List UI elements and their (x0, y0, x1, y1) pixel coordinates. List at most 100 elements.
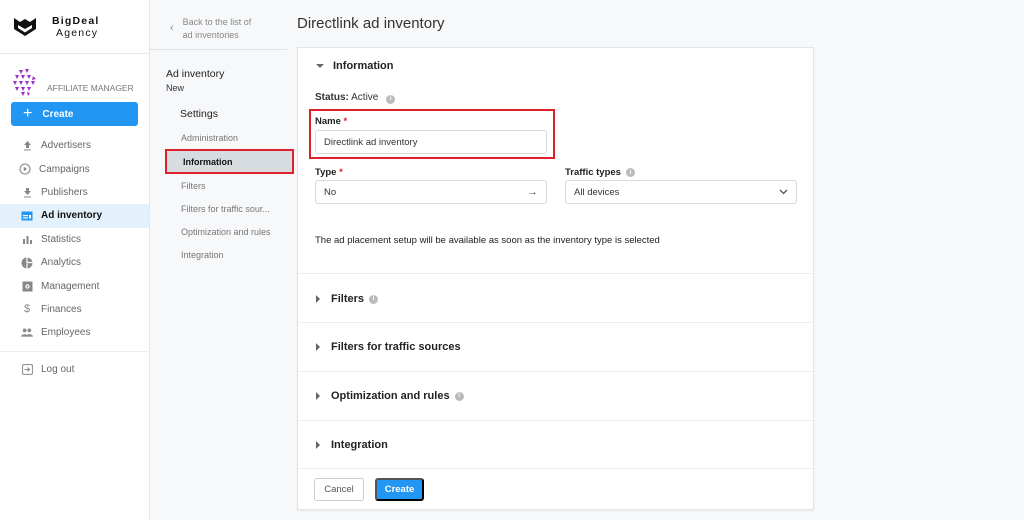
nav-label: Finances (41, 303, 82, 315)
nav-item-statistics[interactable]: Statistics (0, 228, 149, 251)
subnav-item-integration[interactable]: Integration (150, 243, 287, 266)
traffic-types-select[interactable]: All devices (565, 180, 797, 204)
nav-item-ad-inventory[interactable]: Ad inventory (0, 204, 149, 228)
section-title: Integration (331, 439, 388, 451)
status-label: Status: (315, 92, 349, 103)
arrow-right-icon: → (527, 186, 538, 198)
nav-label: Campaigns (39, 163, 90, 175)
nav-label: Management (41, 280, 100, 292)
nav-item-publishers[interactable]: Publishers (0, 181, 149, 204)
upload-icon (21, 140, 33, 152)
traffic-types-label: Traffic types i (565, 167, 635, 178)
chevron-down-icon (779, 189, 788, 195)
cancel-button[interactable]: Cancel (314, 478, 364, 501)
role-label: AFFILIATE MANAGER (47, 83, 134, 93)
traffic-label-text: Traffic types (565, 167, 621, 178)
back-line-1: Back to the list of (182, 17, 252, 27)
subnav-item-information[interactable]: Information (165, 149, 294, 174)
section-title: Filters for traffic sources (331, 341, 461, 353)
type-select[interactable]: No → (315, 180, 547, 204)
nav-label: Ad inventory (41, 210, 103, 222)
logo-icon (14, 17, 36, 36)
section-title: Information (333, 60, 394, 72)
settings-list: Administration Information Filters Filte… (150, 126, 294, 266)
brand-subname: Agency (56, 26, 99, 39)
create-button[interactable]: + Create (11, 102, 138, 126)
avatar[interactable] (10, 66, 42, 98)
settings-heading: Settings (180, 108, 218, 120)
nav-item-finances[interactable]: $ Finances (0, 298, 149, 321)
nav-label: Employees (41, 327, 91, 339)
back-to-list-link[interactable]: ‹ Back to the list of ad inventories (150, 0, 287, 50)
info-icon[interactable]: i (625, 168, 635, 177)
info-icon[interactable]: i (386, 94, 396, 104)
inventory-title: Ad inventory (166, 68, 225, 80)
create-inventory-button[interactable]: Create (375, 478, 424, 501)
plus-icon: + (23, 105, 33, 122)
inventory-type-note: The ad placement setup will be available… (315, 235, 660, 246)
name-value: Directlink ad inventory (324, 136, 418, 148)
settings-box-icon (21, 280, 33, 292)
type-label: Type * (315, 167, 343, 178)
chevron-left-icon: ‹ (170, 22, 174, 34)
info-icon[interactable]: i (369, 294, 379, 304)
caret-right-icon (316, 295, 320, 303)
nav-label: Statistics (41, 233, 82, 245)
brand-name: BigDeal (52, 14, 100, 27)
required-mark: * (339, 167, 343, 178)
section-information-header[interactable]: Information (298, 60, 394, 72)
section-traffic-sources-header[interactable]: Filters for traffic sources (298, 341, 461, 353)
subnav-item-filters-traffic-sources[interactable]: Filters for traffic sour... (150, 197, 287, 220)
caret-down-icon (316, 64, 324, 68)
required-mark: * (343, 116, 348, 127)
play-circle-icon (19, 163, 31, 175)
section-divider (298, 273, 813, 274)
section-title: Optimization and rules (331, 390, 450, 402)
nav-item-management[interactable]: Management (0, 274, 149, 297)
nav-item-advertisers[interactable]: Advertisers (0, 134, 149, 157)
sidebar: BigDeal Agency AFFILIATE MANAGER + Creat… (0, 0, 150, 520)
name-input[interactable]: Directlink ad inventory (315, 130, 547, 154)
nav-item-employees[interactable]: Employees (0, 321, 149, 344)
main-nav: Advertisers Campaigns Publishers Ad inve… (0, 134, 149, 381)
create-label: Create (42, 108, 74, 120)
people-icon (21, 327, 33, 339)
section-divider (298, 371, 813, 372)
nav-label: Analytics (41, 257, 82, 269)
info-icon[interactable]: i (454, 391, 464, 401)
inventory-subtitle: New (166, 83, 185, 93)
nav-label: Log out (41, 363, 75, 375)
status-value: Active (351, 92, 379, 103)
caret-right-icon (316, 392, 320, 400)
ad-inventory-icon (21, 210, 33, 222)
status-row: Status: Active i (315, 92, 396, 104)
subnav-item-administration[interactable]: Administration (150, 126, 287, 149)
subnav-item-filters[interactable]: Filters (150, 174, 287, 197)
nav-label: Advertisers (41, 140, 92, 152)
bar-chart-icon (21, 233, 33, 245)
section-integration-header[interactable]: Integration (298, 439, 388, 451)
nav-divider (0, 350, 149, 352)
name-label-text: Name (315, 116, 341, 127)
user-role: AFFILIATE MANAGER (0, 54, 149, 98)
section-divider (298, 468, 813, 469)
caret-right-icon (316, 441, 320, 449)
section-optimization-header[interactable]: Optimization and rules i (298, 390, 464, 402)
download-icon (21, 186, 33, 198)
traffic-value: All devices (574, 186, 620, 198)
caret-right-icon (316, 343, 320, 351)
section-title: Filters (331, 293, 365, 305)
nav-item-analytics[interactable]: Analytics (0, 251, 149, 274)
brand-logo[interactable]: BigDeal Agency (0, 0, 149, 54)
logout-icon (21, 363, 33, 375)
section-divider (298, 420, 813, 421)
section-divider (298, 322, 813, 323)
subnav-item-optimization[interactable]: Optimization and rules (150, 220, 287, 243)
nav-item-logout[interactable]: Log out (0, 358, 149, 381)
back-line-2: ad inventories (182, 30, 239, 40)
section-filters-header[interactable]: Filters i (298, 293, 379, 305)
settings-subnav: ‹ Back to the list of ad inventories Ad … (150, 0, 294, 520)
dollar-icon: $ (23, 303, 31, 316)
nav-item-campaigns[interactable]: Campaigns (0, 157, 149, 180)
inventory-form-card: Information Status: Active i Name * Dire… (297, 47, 814, 510)
